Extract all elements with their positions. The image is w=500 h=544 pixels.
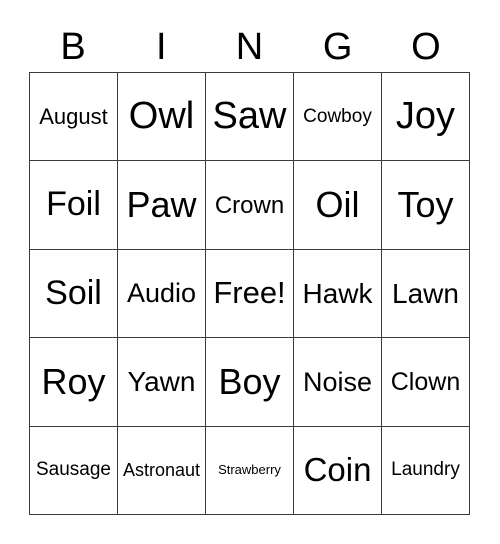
- bingo-header-letter-i: I: [156, 26, 167, 68]
- bingo-cell-r2c1[interactable]: Foil: [30, 161, 118, 250]
- bingo-cell-label: Roy: [41, 360, 106, 402]
- bingo-cell-label: Soil: [45, 273, 102, 312]
- bingo-cell-r4c1[interactable]: Roy: [30, 338, 118, 427]
- bingo-cell-free-space[interactable]: Free!: [206, 249, 294, 339]
- bingo-cell-label: Coin: [303, 450, 372, 488]
- bingo-cell-label: Foil: [46, 185, 101, 224]
- bingo-cell-label: Yawn: [127, 366, 196, 398]
- bingo-cell-label: Hawk: [302, 277, 373, 309]
- bingo-cell-r5c1[interactable]: Sausage: [30, 426, 118, 515]
- bingo-cell-r3c1[interactable]: Soil: [30, 249, 118, 339]
- bingo-cell-r1c1[interactable]: August: [30, 73, 118, 162]
- bingo-cell-r4c3[interactable]: Boy: [206, 338, 294, 427]
- bingo-cell-label: Owl: [128, 94, 195, 137]
- bingo-header-row: B I N G O: [29, 22, 470, 72]
- bingo-cell-r2c2[interactable]: Paw: [118, 161, 206, 250]
- bingo-cell-r4c2[interactable]: Yawn: [118, 338, 206, 427]
- bingo-cell-label: August: [39, 104, 108, 130]
- bingo-card: B I N G O August Owl Saw Cowboy Joy Foil…: [0, 0, 500, 544]
- bingo-cell-label: Sausage: [35, 459, 111, 481]
- bingo-header-letter-o: O: [411, 26, 441, 68]
- bingo-cell-label: Audio: [126, 278, 197, 309]
- bingo-cell-r5c3[interactable]: Strawberry: [206, 426, 294, 515]
- bingo-cell-label: Joy: [395, 94, 456, 137]
- bingo-cell-label: Saw: [212, 94, 287, 137]
- bingo-cell-r1c4[interactable]: Cowboy: [294, 73, 382, 162]
- bingo-cell-r1c2[interactable]: Owl: [118, 73, 206, 162]
- bingo-cell-r4c4[interactable]: Noise: [294, 338, 382, 427]
- bingo-cell-r1c3[interactable]: Saw: [206, 73, 294, 162]
- bingo-cell-label: Paw: [126, 184, 197, 226]
- bingo-cell-r2c4[interactable]: Oil: [294, 161, 382, 250]
- bingo-grid: August Owl Saw Cowboy Joy Foil Paw Crown…: [29, 72, 470, 515]
- bingo-cell-label: Boy: [218, 360, 281, 402]
- bingo-cell-r4c5[interactable]: Clown: [382, 338, 470, 427]
- bingo-cell-label: Laundry: [391, 459, 460, 481]
- bingo-cell-label: Crown: [214, 191, 285, 219]
- bingo-cell-r3c4[interactable]: Hawk: [294, 249, 382, 339]
- bingo-cell-r5c2[interactable]: Astronaut: [118, 426, 206, 515]
- bingo-cell-r3c2[interactable]: Audio: [118, 249, 206, 339]
- bingo-cell-label: Clown: [390, 367, 461, 396]
- bingo-cell-r5c4[interactable]: Coin: [294, 426, 382, 515]
- bingo-cell-label: Astronaut: [122, 459, 201, 480]
- bingo-cell-label: Free!: [213, 275, 286, 311]
- bingo-cell-label: Toy: [397, 184, 454, 226]
- bingo-cell-r2c5[interactable]: Toy: [382, 161, 470, 250]
- bingo-cell-label: Strawberry: [218, 462, 281, 478]
- bingo-cell-r2c3[interactable]: Crown: [206, 161, 294, 250]
- bingo-header-letter-g: G: [322, 26, 353, 68]
- bingo-cell-label: Noise: [302, 366, 373, 397]
- bingo-cell-r5c5[interactable]: Laundry: [382, 426, 470, 515]
- bingo-cell-label: Cowboy: [303, 105, 372, 127]
- bingo-cell-label: Oil: [315, 184, 360, 226]
- bingo-cell-r1c5[interactable]: Joy: [382, 73, 470, 162]
- bingo-header-letter-b: B: [60, 26, 86, 68]
- bingo-cell-label: Lawn: [392, 277, 459, 309]
- bingo-header-letter-n: N: [235, 26, 264, 68]
- bingo-cell-r3c5[interactable]: Lawn: [382, 249, 470, 339]
